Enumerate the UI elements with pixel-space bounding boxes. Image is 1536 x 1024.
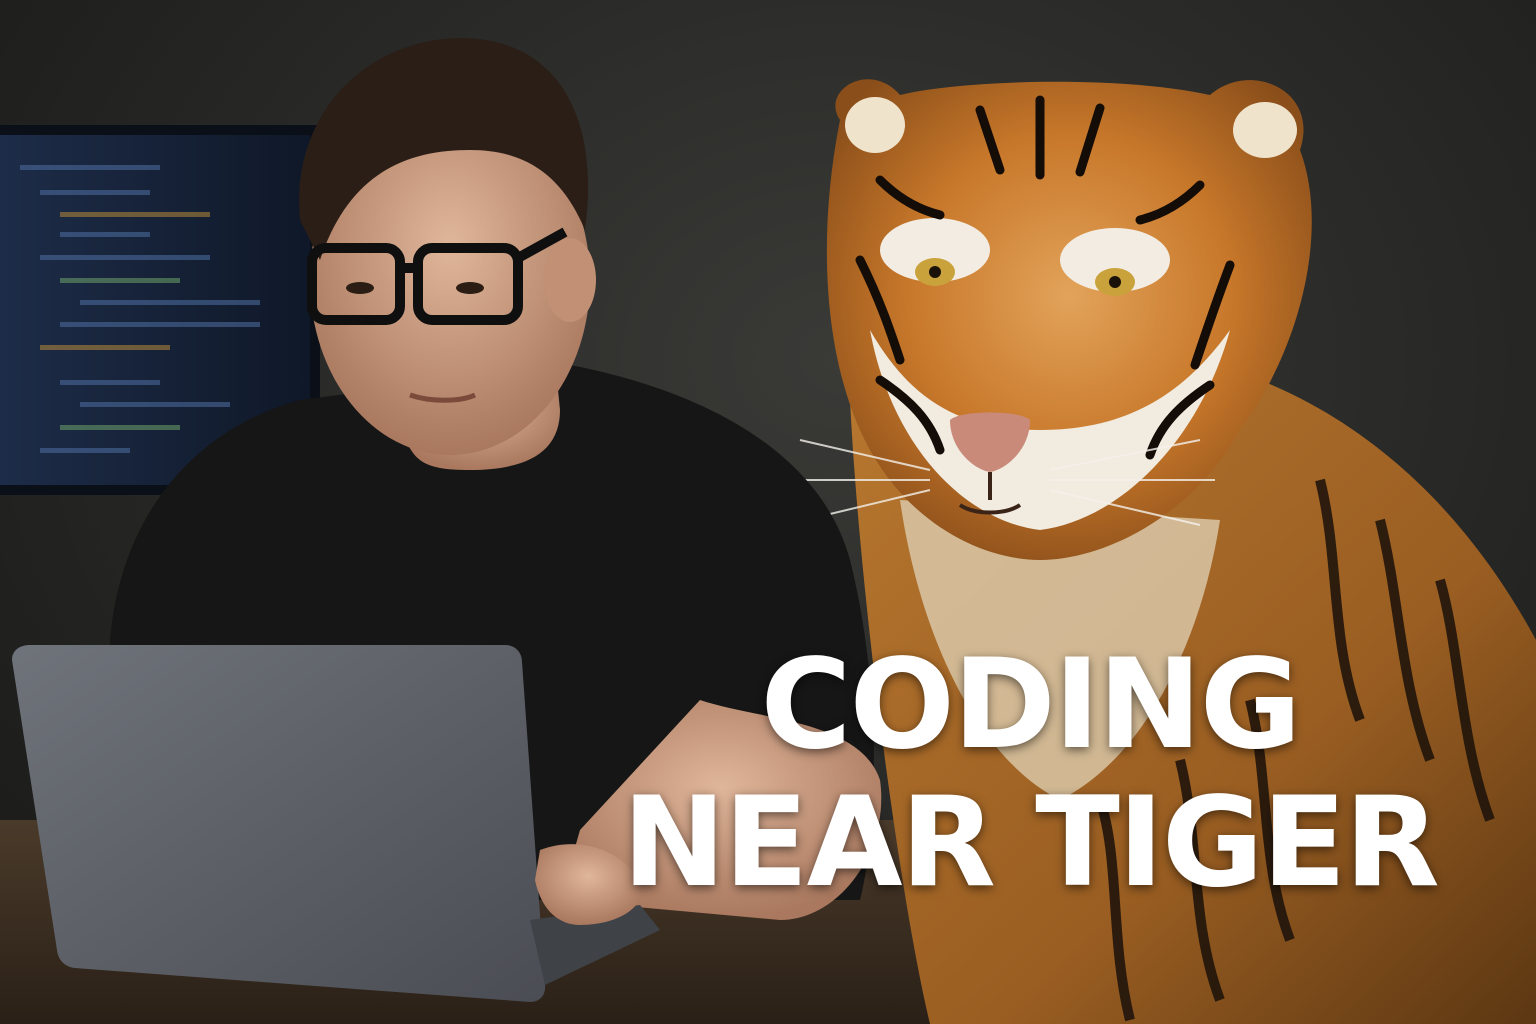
headline-line-1: CODING (760, 633, 1301, 777)
headline-text: CODING NEAR TIGER (580, 636, 1480, 926)
thumbnail-scene: CODING NEAR TIGER (0, 0, 1536, 1024)
headline-line-2: NEAR TIGER (622, 771, 1440, 915)
